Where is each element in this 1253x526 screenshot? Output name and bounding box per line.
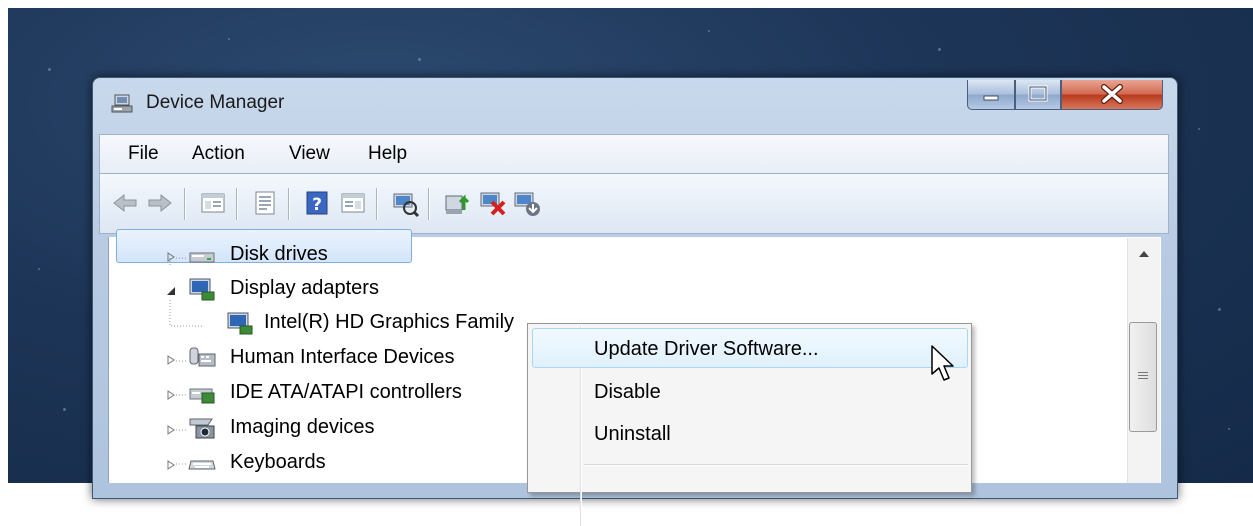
- close-button[interactable]: [1061, 80, 1163, 110]
- tree-item-label: Keyboards: [230, 451, 326, 473]
- hid-icon: [189, 347, 216, 367]
- help-icon[interactable]: ?: [302, 188, 332, 218]
- disable-menu-item[interactable]: Disable: [594, 381, 661, 404]
- uninstall-menu-item[interactable]: Uninstall: [594, 423, 671, 446]
- close-icon: [1101, 84, 1123, 104]
- svg-text:?: ?: [312, 195, 322, 215]
- tree-item-label: Intel(R) HD Graphics Family: [264, 311, 515, 333]
- camera-icon: [189, 418, 215, 439]
- properties-icon[interactable]: [250, 188, 280, 218]
- minimize-icon: [983, 95, 999, 101]
- title-bar[interactable]: Device Manager: [93, 78, 1177, 128]
- menu-action[interactable]: Action: [192, 143, 245, 165]
- minimize-button[interactable]: [967, 80, 1015, 110]
- expand-arrow-icon[interactable]: [166, 425, 176, 435]
- menu-bar: File Action View Help: [99, 134, 1169, 174]
- ide-controller-icon: [189, 388, 215, 404]
- expand-arrow-icon[interactable]: [166, 390, 176, 400]
- expand-arrow-icon[interactable]: [166, 460, 176, 470]
- tree-item-label: Imaging devices: [230, 416, 375, 438]
- tree-item-label: Human Interface Devices: [230, 346, 455, 368]
- context-menu: Update Driver Software... Disable Uninst…: [527, 323, 972, 526]
- maximize-button[interactable]: [1015, 80, 1061, 110]
- toolbar: ?: [99, 174, 1169, 234]
- grip-icon: [1138, 372, 1148, 379]
- show-hide-console-tree-icon[interactable]: [198, 188, 228, 218]
- device-manager-icon: [111, 94, 133, 113]
- update-driver-software-menu-item[interactable]: Update Driver Software...: [594, 338, 819, 361]
- display-adapter-icon: [189, 278, 215, 301]
- scan-hardware-icon[interactable]: [390, 188, 420, 218]
- tree-item-label: Disk drives: [230, 243, 328, 265]
- disk-drive-icon: [189, 252, 215, 263]
- display-adapter-icon: [227, 312, 253, 335]
- uninstall-device-icon[interactable]: [512, 188, 542, 218]
- back-arrow-icon[interactable]: [110, 188, 140, 218]
- update-driver-icon[interactable]: [442, 188, 472, 218]
- maximize-icon: [1028, 85, 1048, 102]
- menu-separator: [584, 464, 968, 466]
- mouse-cursor-icon: [931, 345, 954, 381]
- scroll-up-arrow-icon[interactable]: [1138, 250, 1150, 258]
- window-title: Device Manager: [146, 92, 285, 113]
- forward-arrow-icon[interactable]: [145, 188, 175, 218]
- menu-file[interactable]: File: [128, 143, 159, 165]
- expand-arrow-icon[interactable]: [166, 355, 176, 365]
- tree-item-label: Display adapters: [230, 277, 379, 299]
- menu-help[interactable]: Help: [368, 143, 407, 165]
- show-action-pane-icon[interactable]: [338, 188, 368, 218]
- collapse-arrow-icon[interactable]: [166, 286, 176, 296]
- expand-arrow-icon[interactable]: [166, 252, 176, 262]
- tree-item-label: IDE ATA/ATAPI controllers: [230, 381, 462, 403]
- keyboard-icon: [188, 460, 216, 470]
- scrollbar-thumb[interactable]: [1129, 322, 1157, 432]
- disable-device-icon[interactable]: [478, 188, 508, 218]
- menu-view[interactable]: View: [289, 143, 330, 165]
